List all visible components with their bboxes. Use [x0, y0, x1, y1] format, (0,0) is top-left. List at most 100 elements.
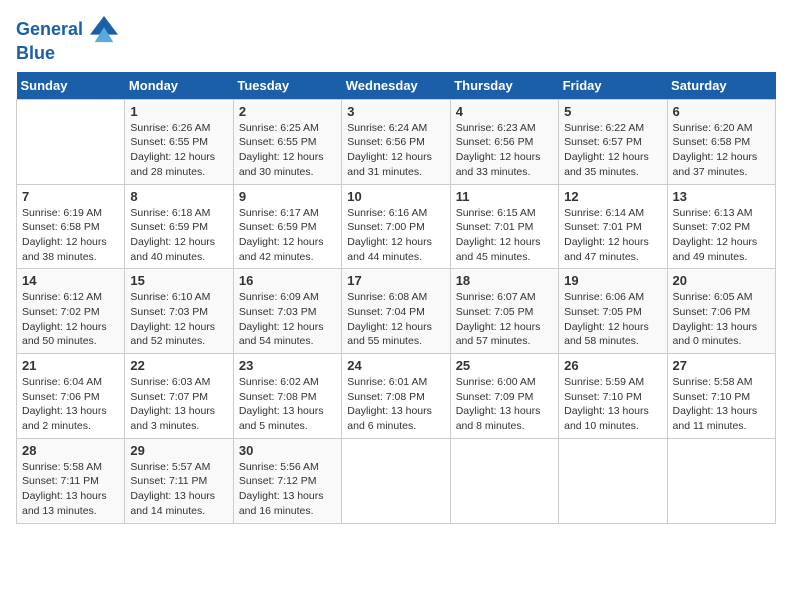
day-info: Sunrise: 6:20 AM Sunset: 6:58 PM Dayligh… — [673, 121, 770, 180]
day-info: Sunrise: 6:12 AM Sunset: 7:02 PM Dayligh… — [22, 290, 119, 349]
calendar-cell: 29Sunrise: 5:57 AM Sunset: 7:11 PM Dayli… — [125, 438, 233, 523]
day-number: 7 — [22, 189, 119, 204]
calendar-cell: 12 Sunrise: 6:14 AM Sunset: 7:01 PM Dayli… — [559, 184, 667, 269]
day-info: Sunrise: 6:15 AM Sunset: 7:01 PM Dayligh… — [456, 206, 553, 265]
day-info: Sunrise: 5:58 AM Sunset: 7:10 PM Dayligh… — [673, 375, 770, 434]
day-number: 20 — [673, 273, 770, 288]
day-number: 5 — [564, 104, 661, 119]
day-header-wednesday: Wednesday — [342, 72, 450, 100]
calendar-cell: 27 Sunrise: 5:58 AM Sunset: 7:10 PM Dayli… — [667, 354, 775, 439]
calendar-cell: 5 Sunrise: 6:22 AM Sunset: 6:57 PM Daylig… — [559, 99, 667, 184]
calendar-cell: 3 Sunrise: 6:24 AM Sunset: 6:56 PM Daylig… — [342, 99, 450, 184]
day-info: Sunrise: 6:24 AM Sunset: 6:56 PM Dayligh… — [347, 121, 444, 180]
calendar-cell: 30 Sunrise: 5:56 AM Sunset: 7:12 PM Dayli… — [233, 438, 341, 523]
day-number: 4 — [456, 104, 553, 119]
day-info: Sunrise: 5:59 AM Sunset: 7:10 PM Dayligh… — [564, 375, 661, 434]
calendar-table: SundayMondayTuesdayWednesdayThursdayFrid… — [16, 72, 776, 524]
calendar-cell: 25 Sunrise: 6:00 AM Sunset: 7:09 PM Dayli… — [450, 354, 558, 439]
day-number: 25 — [456, 358, 553, 373]
day-number: 12 — [564, 189, 661, 204]
calendar-cell: 17 Sunrise: 6:08 AM Sunset: 7:04 PM Dayli… — [342, 269, 450, 354]
day-info: Sunrise: 6:13 AM Sunset: 7:02 PM Dayligh… — [673, 206, 770, 265]
day-number: 9 — [239, 189, 336, 204]
day-header-sunday: Sunday — [17, 72, 125, 100]
day-info: Sunrise: 6:04 AM Sunset: 7:06 PM Dayligh… — [22, 375, 119, 434]
calendar-cell: 7 Sunrise: 6:19 AM Sunset: 6:58 PM Daylig… — [17, 184, 125, 269]
day-info: Sunrise: 6:22 AM Sunset: 6:57 PM Dayligh… — [564, 121, 661, 180]
calendar-cell: 18 Sunrise: 6:07 AM Sunset: 7:05 PM Dayli… — [450, 269, 558, 354]
day-info: Sunrise: 6:16 AM Sunset: 7:00 PM Dayligh… — [347, 206, 444, 265]
calendar-cell — [450, 438, 558, 523]
day-number: 1 — [130, 104, 227, 119]
week-row-5: 28Sunrise: 5:58 AM Sunset: 7:11 PM Dayli… — [17, 438, 776, 523]
calendar-cell: 9Sunrise: 6:17 AM Sunset: 6:59 PM Daylig… — [233, 184, 341, 269]
day-info: Sunrise: 6:14 AM Sunset: 7:01 PM Dayligh… — [564, 206, 661, 265]
day-info: Sunrise: 6:00 AM Sunset: 7:09 PM Dayligh… — [456, 375, 553, 434]
day-info: Sunrise: 6:26 AM Sunset: 6:55 PM Dayligh… — [130, 121, 227, 180]
calendar-cell: 28Sunrise: 5:58 AM Sunset: 7:11 PM Dayli… — [17, 438, 125, 523]
day-info: Sunrise: 6:02 AM Sunset: 7:08 PM Dayligh… — [239, 375, 336, 434]
day-info: Sunrise: 6:07 AM Sunset: 7:05 PM Dayligh… — [456, 290, 553, 349]
day-number: 8 — [130, 189, 227, 204]
calendar-cell: 15 Sunrise: 6:10 AM Sunset: 7:03 PM Dayli… — [125, 269, 233, 354]
day-header-friday: Friday — [559, 72, 667, 100]
day-header-saturday: Saturday — [667, 72, 775, 100]
day-info: Sunrise: 6:03 AM Sunset: 7:07 PM Dayligh… — [130, 375, 227, 434]
calendar-cell: 6 Sunrise: 6:20 AM Sunset: 6:58 PM Daylig… — [667, 99, 775, 184]
day-number: 27 — [673, 358, 770, 373]
day-info: Sunrise: 6:25 AM Sunset: 6:55 PM Dayligh… — [239, 121, 336, 180]
day-number: 28 — [22, 443, 119, 458]
calendar-cell: 14Sunrise: 6:12 AM Sunset: 7:02 PM Dayli… — [17, 269, 125, 354]
calendar-cell: 21 Sunrise: 6:04 AM Sunset: 7:06 PM Dayli… — [17, 354, 125, 439]
calendar-cell: 2 Sunrise: 6:25 AM Sunset: 6:55 PM Daylig… — [233, 99, 341, 184]
calendar-cell — [667, 438, 775, 523]
day-number: 17 — [347, 273, 444, 288]
day-number: 2 — [239, 104, 336, 119]
day-number: 26 — [564, 358, 661, 373]
logo-text2: Blue — [16, 44, 118, 64]
day-header-monday: Monday — [125, 72, 233, 100]
week-row-1: 1 Sunrise: 6:26 AM Sunset: 6:55 PM Daylig… — [17, 99, 776, 184]
calendar-cell: 22 Sunrise: 6:03 AM Sunset: 7:07 PM Dayli… — [125, 354, 233, 439]
calendar-cell: 8 Sunrise: 6:18 AM Sunset: 6:59 PM Daylig… — [125, 184, 233, 269]
day-number: 3 — [347, 104, 444, 119]
day-number: 10 — [347, 189, 444, 204]
day-number: 23 — [239, 358, 336, 373]
day-number: 15 — [130, 273, 227, 288]
day-number: 16 — [239, 273, 336, 288]
logo: General Blue — [16, 16, 118, 64]
day-number: 29 — [130, 443, 227, 458]
calendar-cell: 24Sunrise: 6:01 AM Sunset: 7:08 PM Dayli… — [342, 354, 450, 439]
day-info: Sunrise: 6:10 AM Sunset: 7:03 PM Dayligh… — [130, 290, 227, 349]
day-info: Sunrise: 6:23 AM Sunset: 6:56 PM Dayligh… — [456, 121, 553, 180]
day-number: 30 — [239, 443, 336, 458]
day-number: 18 — [456, 273, 553, 288]
day-number: 13 — [673, 189, 770, 204]
day-info: Sunrise: 6:06 AM Sunset: 7:05 PM Dayligh… — [564, 290, 661, 349]
calendar-cell — [17, 99, 125, 184]
calendar-cell — [342, 438, 450, 523]
day-info: Sunrise: 6:19 AM Sunset: 6:58 PM Dayligh… — [22, 206, 119, 265]
calendar-cell: 20 Sunrise: 6:05 AM Sunset: 7:06 PM Dayli… — [667, 269, 775, 354]
day-number: 6 — [673, 104, 770, 119]
day-info: Sunrise: 6:09 AM Sunset: 7:03 PM Dayligh… — [239, 290, 336, 349]
day-info: Sunrise: 6:05 AM Sunset: 7:06 PM Dayligh… — [673, 290, 770, 349]
calendar-cell: 10 Sunrise: 6:16 AM Sunset: 7:00 PM Dayli… — [342, 184, 450, 269]
calendar-cell: 4 Sunrise: 6:23 AM Sunset: 6:56 PM Daylig… — [450, 99, 558, 184]
calendar-cell: 11Sunrise: 6:15 AM Sunset: 7:01 PM Dayli… — [450, 184, 558, 269]
day-number: 21 — [22, 358, 119, 373]
calendar-cell: 1 Sunrise: 6:26 AM Sunset: 6:55 PM Daylig… — [125, 99, 233, 184]
page-header: General Blue — [16, 16, 776, 64]
day-info: Sunrise: 6:08 AM Sunset: 7:04 PM Dayligh… — [347, 290, 444, 349]
week-row-3: 14Sunrise: 6:12 AM Sunset: 7:02 PM Dayli… — [17, 269, 776, 354]
calendar-cell: 16 Sunrise: 6:09 AM Sunset: 7:03 PM Dayli… — [233, 269, 341, 354]
calendar-cell: 13 Sunrise: 6:13 AM Sunset: 7:02 PM Dayli… — [667, 184, 775, 269]
day-header-tuesday: Tuesday — [233, 72, 341, 100]
week-row-2: 7 Sunrise: 6:19 AM Sunset: 6:58 PM Daylig… — [17, 184, 776, 269]
calendar-cell: 19Sunrise: 6:06 AM Sunset: 7:05 PM Dayli… — [559, 269, 667, 354]
calendar-cell: 26 Sunrise: 5:59 AM Sunset: 7:10 PM Dayli… — [559, 354, 667, 439]
day-info: Sunrise: 5:56 AM Sunset: 7:12 PM Dayligh… — [239, 460, 336, 519]
day-number: 22 — [130, 358, 227, 373]
week-row-4: 21 Sunrise: 6:04 AM Sunset: 7:06 PM Dayli… — [17, 354, 776, 439]
day-info: Sunrise: 6:18 AM Sunset: 6:59 PM Dayligh… — [130, 206, 227, 265]
